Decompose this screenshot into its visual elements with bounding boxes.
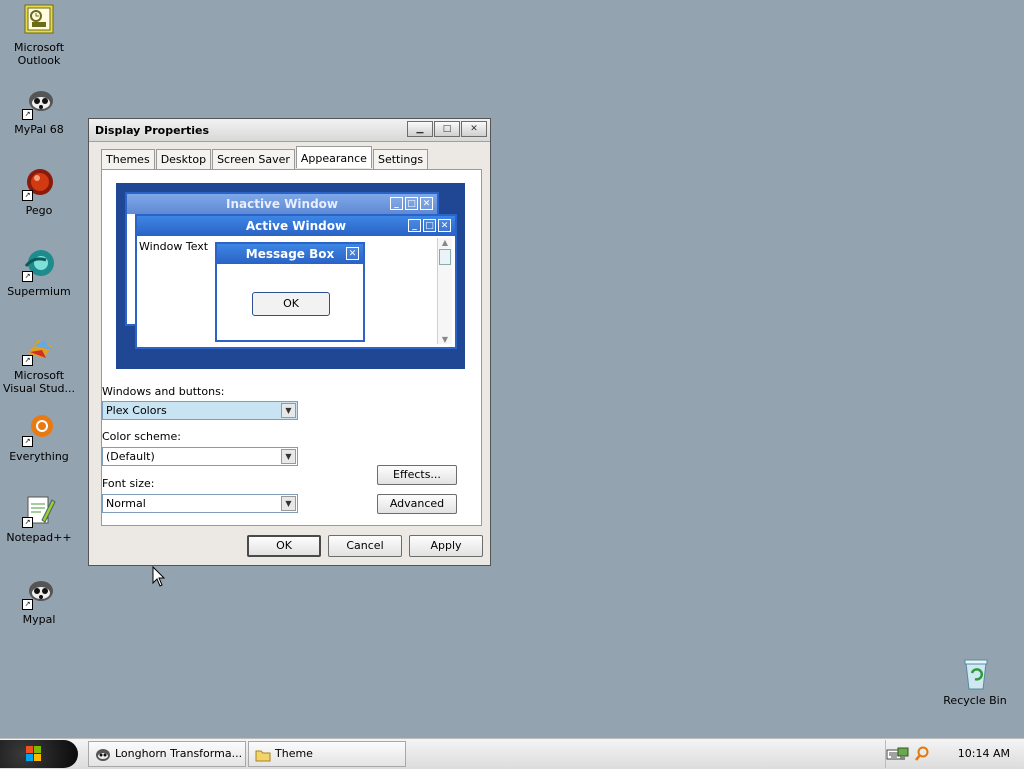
shortcut-arrow-icon: ↗: [22, 599, 33, 610]
display-properties-window[interactable]: Display Properties ▁ □ ✕ Themes Desktop …: [88, 118, 491, 566]
visual-studio-icon[interactable]: ↗ Microsoft Visual Stud...: [0, 332, 78, 395]
raccoon-icon: ↗: [22, 86, 56, 120]
desktop-icon-label: Mypal: [22, 613, 56, 626]
message-box-preview: Message Box ✕ OK: [215, 242, 365, 342]
shortcut-arrow-icon: ↗: [22, 271, 33, 282]
window-text-sample: Window Text: [139, 240, 209, 253]
supermium-icon-graphic: ↗: [22, 248, 56, 282]
close-icon: ✕: [438, 219, 451, 232]
recycle-bin-graphic: [958, 657, 992, 691]
shortcut-arrow-icon: ↗: [22, 355, 33, 366]
taskbar-button-theme[interactable]: Theme: [248, 741, 406, 767]
tab-settings[interactable]: Settings: [372, 149, 429, 169]
windows-logo-icon: [26, 746, 42, 762]
active-window-title: Active Window: [245, 219, 347, 233]
recycle-bin-icon[interactable]: Recycle Bin: [936, 657, 1014, 707]
color-scheme-select[interactable]: (Default) ▼: [102, 447, 298, 466]
desktop-icon-label: MyPal 68: [14, 123, 64, 136]
system-tray: 10:14 AM: [885, 740, 1024, 768]
desktop-icon-label: Microsoft Outlook: [13, 41, 65, 67]
mypal68-icon[interactable]: ↗ MyPal 68: [0, 86, 78, 136]
inactive-window-title: Inactive Window: [225, 197, 339, 211]
tab-appearance[interactable]: Appearance: [295, 146, 372, 168]
close-icon: ✕: [346, 247, 359, 260]
windows-buttons-label: Windows and buttons:: [102, 385, 225, 398]
effects-button[interactable]: Effects...: [377, 465, 457, 485]
color-scheme-value: (Default): [106, 450, 155, 463]
pego-icon[interactable]: ↗ Pego: [0, 167, 78, 217]
chevron-down-icon[interactable]: ▼: [281, 403, 296, 418]
ok-button[interactable]: OK: [247, 535, 321, 557]
tab-desktop[interactable]: Desktop: [155, 149, 212, 169]
minimize-icon: _: [390, 197, 403, 210]
font-size-label: Font size:: [102, 477, 155, 490]
pego-icon-graphic: ↗: [22, 167, 56, 201]
close-button[interactable]: ✕: [461, 121, 487, 137]
tab-screen-saver[interactable]: Screen Saver: [212, 149, 295, 169]
taskbar-button-longhorn[interactable]: Longhorn Transforma...: [88, 741, 246, 767]
cancel-button[interactable]: Cancel: [328, 535, 402, 557]
minimize-button[interactable]: ▁: [407, 121, 433, 137]
raccoon-icon: ↗: [22, 576, 56, 610]
appearance-panel: Inactive Window _ □ ✕ Active Window _ □ ✕ Wi…: [101, 169, 482, 526]
taskbar: Longhorn Transforma... Theme 10:14 AM: [0, 738, 1024, 769]
desktop-icon-label: Pego: [25, 204, 53, 217]
shortcut-arrow-icon: ↗: [22, 109, 33, 120]
mouse-cursor-icon: [152, 566, 166, 587]
shortcut-arrow-icon: ↗: [22, 190, 33, 201]
close-icon: ✕: [420, 197, 433, 210]
taskbar-button-label: Longhorn Transforma...: [115, 747, 243, 760]
outlook-icon[interactable]: Microsoft Outlook: [0, 4, 78, 67]
windows-buttons-select[interactable]: Plex Colors ▼: [102, 401, 298, 420]
tab-themes[interactable]: Themes: [101, 149, 155, 169]
everything-icon[interactable]: ↗ Everything: [0, 413, 78, 463]
raccoon-icon: [95, 747, 111, 761]
supermium-icon[interactable]: ↗ Supermium: [0, 248, 78, 298]
notepadpp-icon[interactable]: ↗ Notepad++: [0, 494, 78, 544]
start-button[interactable]: [0, 740, 78, 768]
network-icon[interactable]: [896, 746, 912, 765]
advanced-button[interactable]: Advanced: [377, 494, 457, 514]
preview-scrollbar: ▲ ▼: [437, 238, 452, 344]
maximize-icon: □: [405, 197, 418, 210]
tab-bar: Themes Desktop Screen Saver Appearance S…: [101, 146, 429, 169]
mypal-icon[interactable]: ↗ Mypal: [0, 576, 78, 626]
everything-icon-graphic: ↗: [22, 413, 56, 447]
shortcut-arrow-icon: ↗: [22, 517, 33, 528]
font-size-value: Normal: [106, 497, 146, 510]
desktop-icon-label: Microsoft Visual Stud...: [2, 369, 76, 395]
appearance-preview: Inactive Window _ □ ✕ Active Window _ □ ✕ Wi…: [116, 183, 465, 369]
chevron-down-icon[interactable]: ▼: [281, 496, 296, 511]
maximize-button[interactable]: □: [434, 121, 460, 137]
desktop-icon-label: Notepad++: [6, 531, 72, 544]
taskbar-button-label: Theme: [275, 747, 313, 760]
clock[interactable]: 10:14 AM: [958, 747, 1010, 760]
message-box-title: Message Box: [245, 247, 335, 261]
outlook-icon-graphic: [22, 4, 56, 38]
message-box-ok-button: OK: [252, 292, 330, 316]
apply-button[interactable]: Apply: [409, 535, 483, 557]
folder-icon: [255, 747, 271, 762]
chevron-down-icon[interactable]: ▼: [281, 449, 296, 464]
windows-buttons-value: Plex Colors: [106, 404, 167, 417]
visual-studio-icon-graphic: ↗: [22, 332, 56, 366]
shortcut-arrow-icon: ↗: [22, 436, 33, 447]
title-bar[interactable]: Display Properties ▁ □ ✕: [89, 119, 490, 142]
search-icon[interactable]: [914, 746, 930, 765]
maximize-icon: □: [423, 219, 436, 232]
color-scheme-label: Color scheme:: [102, 430, 181, 443]
desktop-icon-label: Everything: [9, 450, 69, 463]
minimize-icon: _: [408, 219, 421, 232]
notepadpp-icon-graphic: ↗: [22, 494, 56, 528]
desktop-icon-label: Recycle Bin: [943, 694, 1007, 707]
font-size-select[interactable]: Normal ▼: [102, 494, 298, 513]
window-title: Display Properties: [95, 124, 210, 137]
desktop-icon-label: Supermium: [7, 285, 71, 298]
